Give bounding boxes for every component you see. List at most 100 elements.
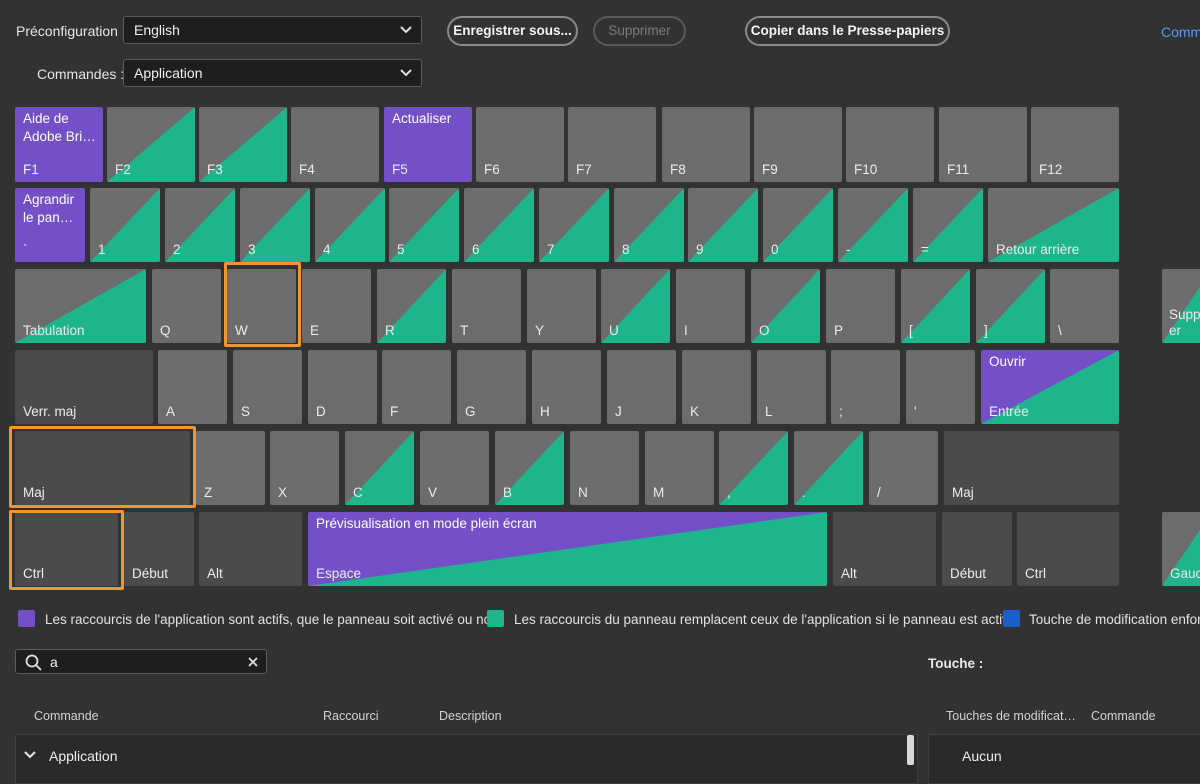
key-ctrl-right-label: Ctrl [1025, 566, 1046, 581]
key-f4[interactable]: F4 [291, 107, 379, 182]
key-6[interactable]: 6 [464, 188, 534, 262]
key-f10[interactable]: F10 [846, 107, 934, 182]
key-j[interactable]: J [607, 350, 676, 424]
key-f3[interactable]: F3 [199, 107, 287, 182]
save-as-button[interactable]: Enregistrer sous... [447, 16, 578, 46]
key-comma[interactable]: , [719, 431, 788, 505]
key-g[interactable]: G [457, 350, 526, 424]
key-comma-label: , [727, 485, 731, 500]
key-t[interactable]: T [452, 269, 521, 343]
key-minus[interactable]: - [838, 188, 908, 262]
commands-select[interactable]: Application [123, 59, 422, 87]
key-n[interactable]: N [570, 431, 639, 505]
delete-button[interactable]: Supprimer [593, 16, 686, 46]
scrollbar-thumb[interactable] [907, 735, 914, 765]
key-f2[interactable]: F2 [107, 107, 195, 182]
key-2[interactable]: 2 [165, 188, 235, 262]
key-alt-left[interactable]: Alt [199, 512, 302, 586]
key-caps-lock[interactable]: Verr. maj [15, 350, 153, 424]
modifier-row-none[interactable]: Aucun [962, 748, 1002, 764]
key-equal[interactable]: = [913, 188, 983, 262]
key-r[interactable]: R [377, 269, 446, 343]
key-x[interactable]: X [270, 431, 339, 505]
key-backslash[interactable]: \ [1050, 269, 1119, 343]
copy-clipboard-button[interactable]: Copier dans le Presse-papiers [745, 16, 950, 46]
key-shift-right[interactable]: Maj [944, 431, 1119, 505]
key-backspace[interactable]: Retour arrière [988, 188, 1119, 262]
column-header-description[interactable]: Description [439, 709, 502, 723]
key-l[interactable]: L [757, 350, 826, 424]
chevron-down-icon[interactable] [24, 750, 36, 760]
key-8[interactable]: 8 [614, 188, 684, 262]
key-y[interactable]: Y [527, 269, 596, 343]
key-h[interactable]: H [532, 350, 601, 424]
key-k-label: K [690, 404, 700, 419]
column-header-command[interactable]: Commande [34, 709, 99, 723]
key-4[interactable]: 4 [315, 188, 385, 262]
key-f7[interactable]: F7 [568, 107, 656, 182]
key-space[interactable]: Prévisualisation en mode plein écran Esp… [308, 512, 827, 586]
key-enter[interactable]: Ouvrir Entrée [981, 350, 1119, 424]
group-row-application[interactable]: Application [16, 735, 916, 777]
key-tab[interactable]: Tabulation [15, 269, 146, 343]
key-l-label: L [765, 404, 773, 419]
truncated-link[interactable]: Comm [1161, 24, 1200, 40]
commands-label: Commandes : [37, 66, 125, 82]
key-m[interactable]: M [645, 431, 714, 505]
key-d[interactable]: D [308, 350, 377, 424]
key-o[interactable]: O [751, 269, 820, 343]
modifier-list: Aucun [928, 734, 1200, 784]
key-f6[interactable]: F6 [476, 107, 564, 182]
key-3[interactable]: 3 [240, 188, 310, 262]
key-0[interactable]: 0 [763, 188, 833, 262]
column-header-shortcut[interactable]: Raccourci [323, 709, 379, 723]
key-q[interactable]: Q [152, 269, 221, 343]
key-p[interactable]: P [826, 269, 895, 343]
key-slash[interactable]: / [869, 431, 938, 505]
key-i[interactable]: I [676, 269, 745, 343]
key-ctrl-right[interactable]: Ctrl [1017, 512, 1119, 586]
key-7[interactable]: 7 [539, 188, 609, 262]
key-semicolon[interactable]: ; [831, 350, 900, 424]
key-f5[interactable]: Actualiser F5 [384, 107, 472, 182]
column-header-modifiers[interactable]: Touches de modificat… [946, 709, 1076, 723]
key-enter-label: Entrée [989, 404, 1029, 419]
key-f11[interactable]: F11 [939, 107, 1027, 182]
key-z[interactable]: Z [196, 431, 265, 505]
key-k[interactable]: K [682, 350, 751, 424]
column-header-right-command[interactable]: Commande [1091, 709, 1156, 723]
command-list: Application [15, 734, 918, 784]
key-right-bracket[interactable]: ] [976, 269, 1045, 343]
key-period[interactable]: . [794, 431, 863, 505]
key-left-bracket[interactable]: [ [901, 269, 970, 343]
key-f9[interactable]: F9 [754, 107, 842, 182]
search-input[interactable]: a [15, 649, 267, 674]
key-o-label: O [759, 323, 770, 338]
key-home-left[interactable]: Début [124, 512, 194, 586]
key-caps-lock-label: Verr. maj [23, 404, 77, 419]
key-v[interactable]: V [420, 431, 489, 505]
key-f12[interactable]: F12 [1031, 107, 1119, 182]
key-f[interactable]: F [382, 350, 451, 424]
key-e[interactable]: E [302, 269, 371, 343]
key-u[interactable]: U [601, 269, 670, 343]
key-f-label: F [390, 404, 399, 419]
key-grave[interactable]: Agrandir le pan… ` [15, 188, 85, 262]
key-f1[interactable]: Aide de Adobe Bri… F1 [15, 107, 103, 182]
key-v-label: V [428, 485, 438, 500]
key-a[interactable]: A [158, 350, 227, 424]
preset-select[interactable]: English [123, 16, 422, 44]
key-s[interactable]: S [233, 350, 302, 424]
key-alt-right[interactable]: Alt [833, 512, 936, 586]
clear-icon[interactable] [248, 657, 258, 667]
key-b[interactable]: B [495, 431, 564, 505]
key-c[interactable]: C [345, 431, 414, 505]
key-9[interactable]: 9 [688, 188, 758, 262]
key-5[interactable]: 5 [389, 188, 459, 262]
key-left-arrow[interactable]: Gauc [1162, 512, 1200, 586]
key-home-right[interactable]: Début [942, 512, 1012, 586]
key-1[interactable]: 1 [90, 188, 160, 262]
key-f8[interactable]: F8 [662, 107, 750, 182]
key-quote[interactable]: ' [906, 350, 975, 424]
key-delete[interactable]: Supprim er [1162, 269, 1200, 343]
